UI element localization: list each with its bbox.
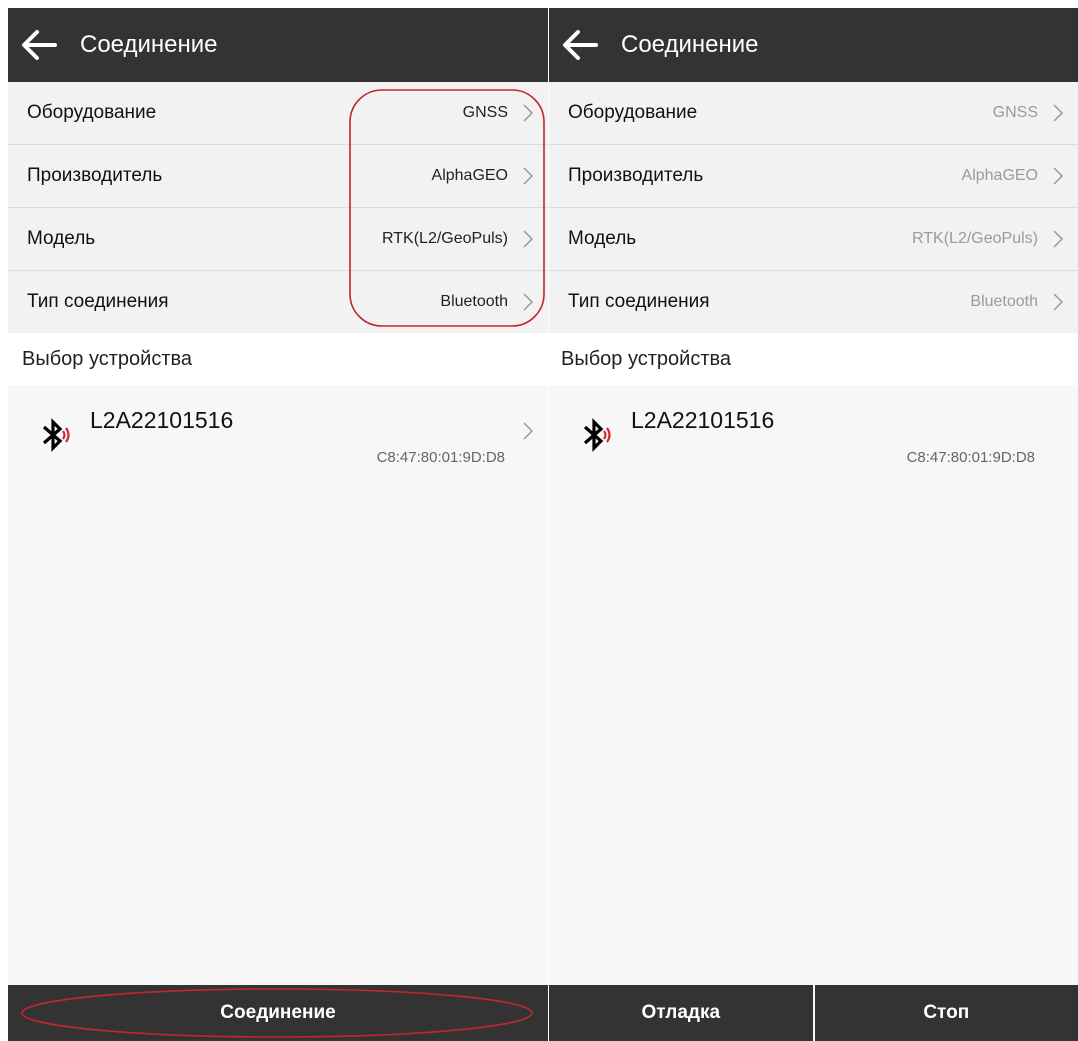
right-screen: Соединение Оборудование GNSS Производите… <box>549 8 1078 1041</box>
device-list-item[interactable]: L2A22101516 C8:47:80:01:9D:D8 <box>8 385 548 485</box>
setting-value: GNSS <box>462 104 508 121</box>
setting-value: GNSS <box>992 104 1038 121</box>
setting-value: RTK(L2/GeoPuls) <box>382 230 508 247</box>
device-list-item[interactable]: L2A22101516 C8:47:80:01:9D:D8 <box>549 385 1078 485</box>
setting-value: Bluetooth <box>970 293 1038 310</box>
device-name: L2A22101516 <box>631 407 775 433</box>
setting-row-equipment[interactable]: Оборудование GNSS <box>8 82 548 145</box>
setting-value: AlphaGEO <box>961 167 1038 184</box>
connect-button[interactable]: Соединение <box>8 985 548 1041</box>
setting-label: Оборудование <box>27 102 157 123</box>
arrow-left-icon <box>563 30 598 60</box>
chevron-right-icon <box>1052 166 1066 186</box>
setting-label: Модель <box>27 228 96 249</box>
setting-label: Модель <box>568 228 637 249</box>
left-screen: Соединение Оборудование GNSS Производите… <box>8 8 548 1041</box>
setting-row-equipment[interactable]: Оборудование GNSS <box>549 82 1078 145</box>
chevron-right-icon <box>522 166 536 186</box>
arrow-left-icon <box>22 30 57 60</box>
page-title: Соединение <box>621 31 759 58</box>
chevron-right-icon <box>522 292 536 312</box>
device-name: L2A22101516 <box>90 407 234 433</box>
setting-row-connection-type[interactable]: Тип соединения Bluetooth <box>8 271 548 333</box>
back-button[interactable] <box>553 8 607 82</box>
chevron-right-icon <box>522 103 536 123</box>
chevron-right-icon <box>1052 229 1066 249</box>
setting-label: Производитель <box>568 165 704 186</box>
setting-row-model[interactable]: Модель RTK(L2/GeoPuls) <box>549 208 1078 271</box>
bottom-bar: Соединение <box>8 985 548 1041</box>
debug-button[interactable]: Отладка <box>549 985 813 1041</box>
setting-value: AlphaGEO <box>431 167 508 184</box>
setting-value: Bluetooth <box>440 293 508 310</box>
device-mac: C8:47:80:01:9D:D8 <box>376 449 505 466</box>
bottom-bar: Отладка Стоп <box>549 985 1078 1041</box>
setting-label: Тип соединения <box>568 291 710 312</box>
bluetooth-icon <box>42 418 70 452</box>
app-bar: Соединение <box>549 8 1078 82</box>
page-title: Соединение <box>80 31 218 58</box>
section-title: Выбор устройства <box>8 333 548 385</box>
setting-row-manufacturer[interactable]: Производитель AlphaGEO <box>549 145 1078 208</box>
setting-label: Тип соединения <box>27 291 169 312</box>
chevron-right-icon <box>1052 292 1066 312</box>
setting-row-model[interactable]: Модель RTK(L2/GeoPuls) <box>8 208 548 271</box>
app-bar: Соединение <box>8 8 548 82</box>
section-title: Выбор устройства <box>549 333 1078 385</box>
setting-label: Производитель <box>27 165 163 186</box>
setting-label: Оборудование <box>568 102 698 123</box>
setting-value: RTK(L2/GeoPuls) <box>912 230 1038 247</box>
chevron-right-icon <box>1052 103 1066 123</box>
setting-row-connection-type[interactable]: Тип соединения Bluetooth <box>549 271 1078 333</box>
stop-button[interactable]: Стоп <box>814 985 1078 1041</box>
chevron-right-icon <box>522 421 534 446</box>
setting-row-manufacturer[interactable]: Производитель AlphaGEO <box>8 145 548 208</box>
device-mac: C8:47:80:01:9D:D8 <box>906 449 1035 466</box>
chevron-right-icon <box>522 229 536 249</box>
back-button[interactable] <box>12 8 66 82</box>
bluetooth-icon <box>583 418 611 452</box>
